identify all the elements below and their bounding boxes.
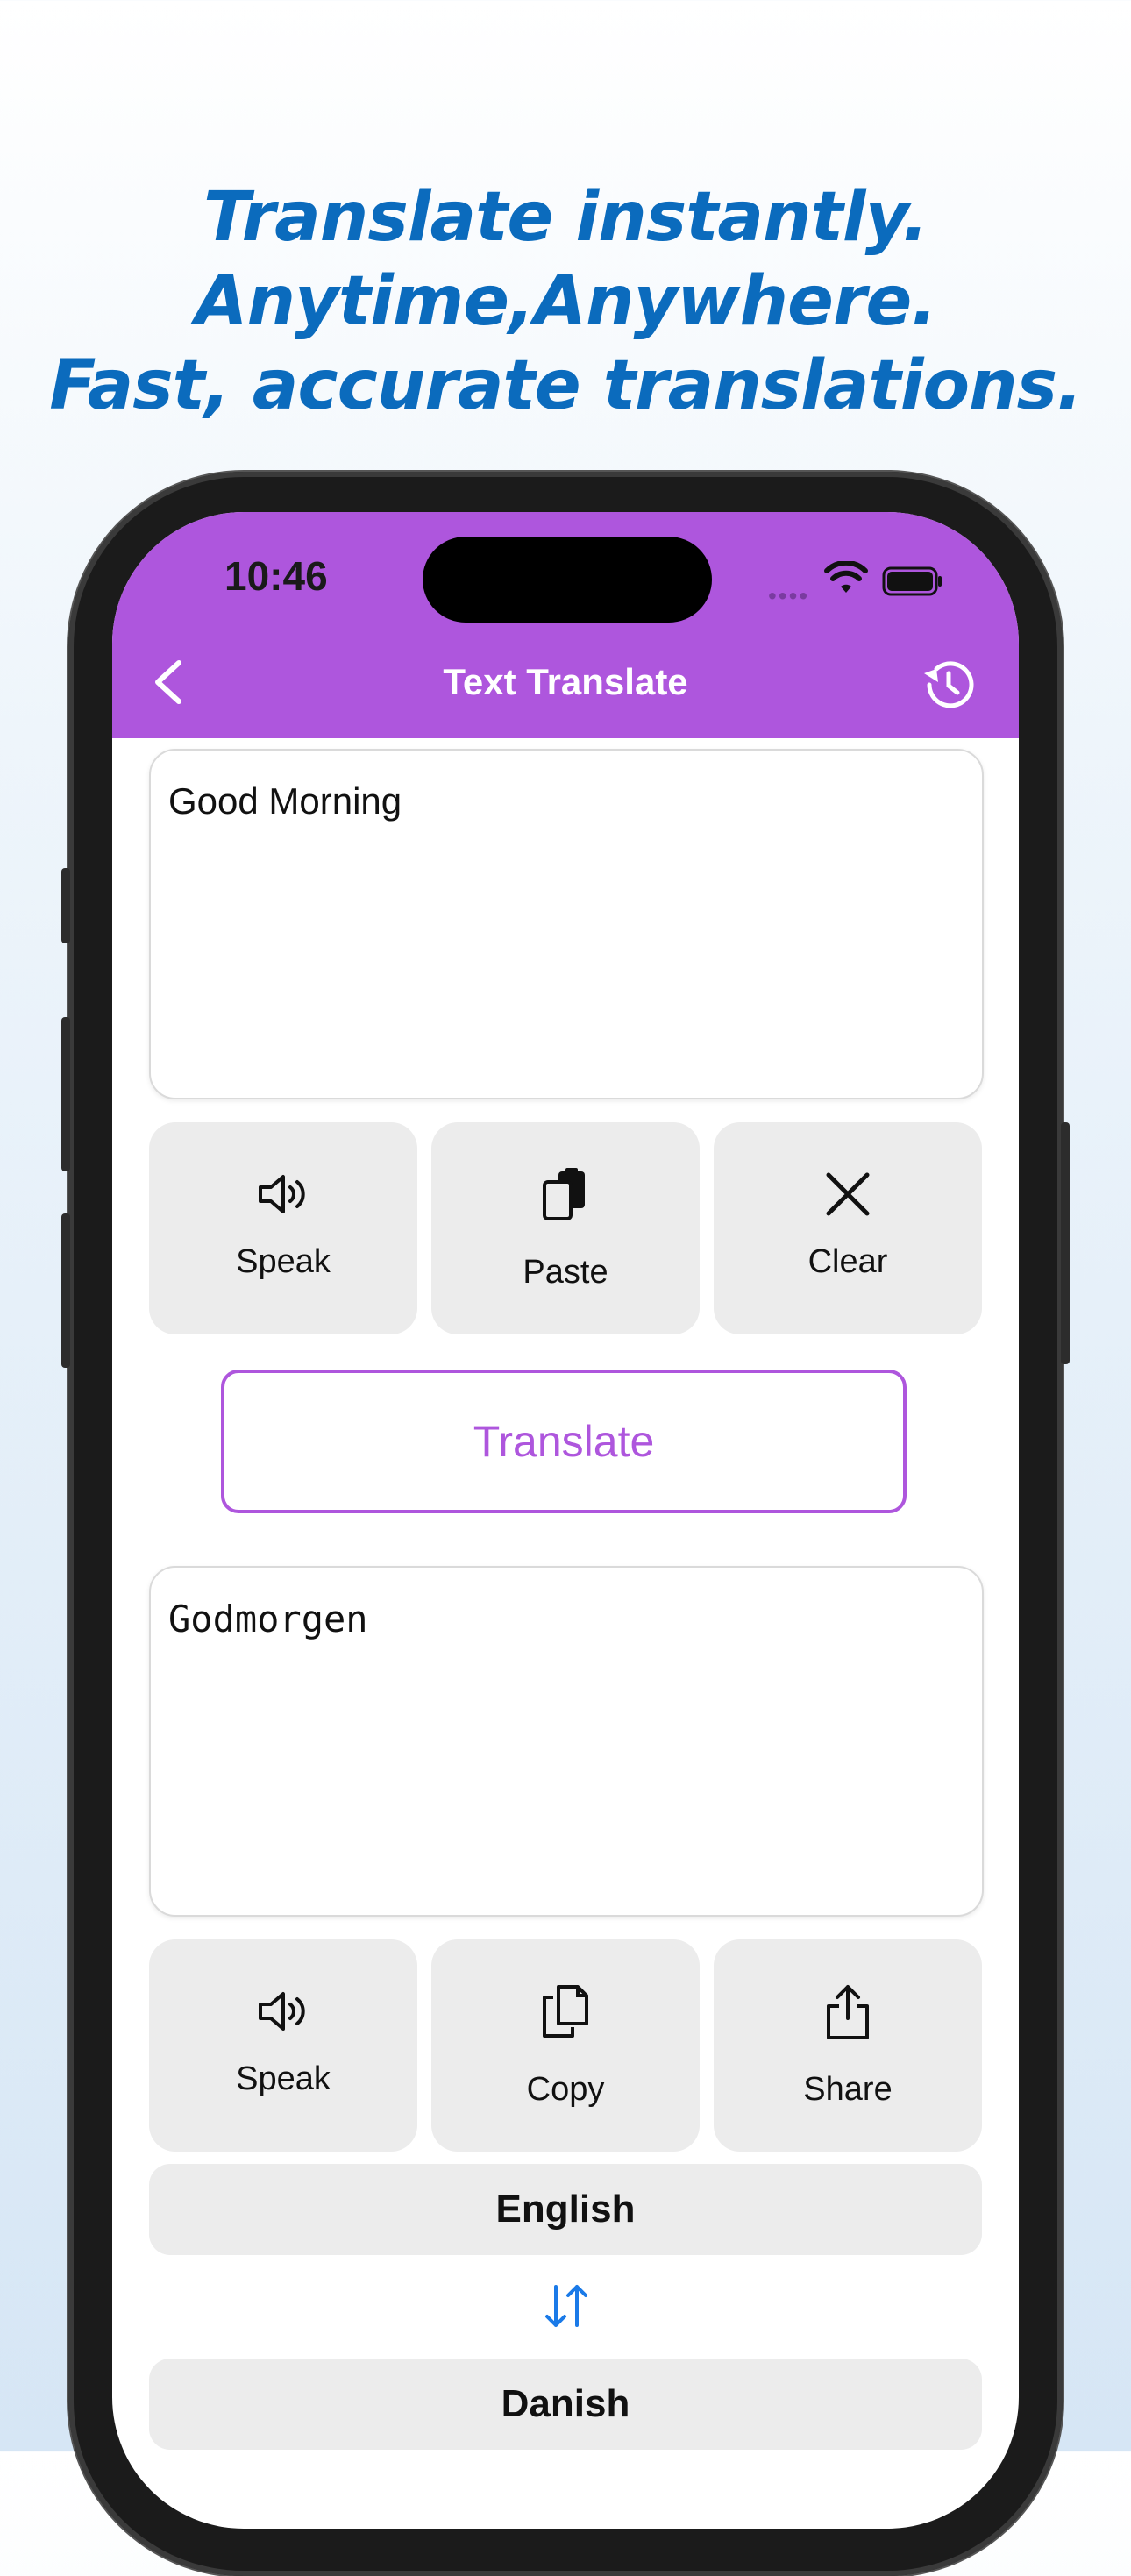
headline-line-3: Fast, accurate translations.	[49, 346, 1082, 425]
headline-line-1: Translate instantly.	[203, 178, 928, 257]
speaker-icon	[259, 1992, 305, 2031]
result-actions: Speak Copy Share	[149, 1939, 982, 2152]
share-icon	[827, 1985, 869, 2039]
status-time: 10:46	[224, 553, 328, 599]
phone-side-button	[61, 868, 70, 943]
source-speak-button[interactable]: Speak	[149, 1122, 417, 1334]
close-icon	[826, 1172, 870, 1216]
share-label: Share	[803, 2071, 893, 2108]
translated-text: Godmorgen	[168, 1598, 368, 1640]
clear-button[interactable]: Clear	[714, 1122, 982, 1334]
battery-icon	[882, 566, 942, 596]
dynamic-island	[423, 537, 712, 623]
signal-dots-icon: ••••	[768, 582, 810, 609]
app-screen: 10:46 •••• Text Translate Good Morning S…	[112, 512, 1019, 2529]
target-language-selector[interactable]: Danish	[149, 2359, 982, 2450]
headline-line-2: Anytime,Anywhere.	[195, 262, 937, 341]
history-icon[interactable]	[917, 654, 978, 715]
copy-label: Copy	[526, 2071, 605, 2108]
share-button[interactable]: Share	[714, 1939, 982, 2152]
paste-label: Paste	[523, 1254, 608, 1291]
source-language-selector[interactable]: English	[149, 2164, 982, 2255]
clear-label: Clear	[807, 1243, 888, 1280]
navigation-bar: 10:46 •••• Text Translate	[112, 512, 1019, 738]
result-speak-button[interactable]: Speak	[149, 1939, 417, 2152]
page-title: Text Translate	[443, 661, 688, 702]
source-speak-label: Speak	[236, 1243, 331, 1280]
marketing-headline: Translate instantly. Anytime,Anywhere. F…	[0, 175, 1131, 428]
paste-button[interactable]: Paste	[431, 1122, 700, 1334]
phone-volume-up	[61, 1017, 70, 1171]
source-actions: Speak Paste Clear	[149, 1122, 982, 1334]
result-speak-label: Speak	[236, 2060, 331, 2097]
translate-button[interactable]: Translate	[221, 1370, 907, 1513]
phone-volume-down	[61, 1213, 70, 1368]
paste-icon	[543, 1168, 585, 1220]
wifi-icon	[824, 561, 868, 593]
swap-icon[interactable]	[542, 2281, 591, 2330]
copy-icon	[543, 1985, 588, 2038]
copy-button[interactable]: Copy	[431, 1939, 700, 2152]
source-text-input[interactable]: Good Morning	[149, 749, 984, 1099]
translated-text-output[interactable]: Godmorgen	[149, 1566, 984, 1917]
speaker-icon	[259, 1175, 305, 1213]
source-text: Good Morning	[168, 780, 402, 822]
phone-power-button	[1061, 1122, 1070, 1364]
